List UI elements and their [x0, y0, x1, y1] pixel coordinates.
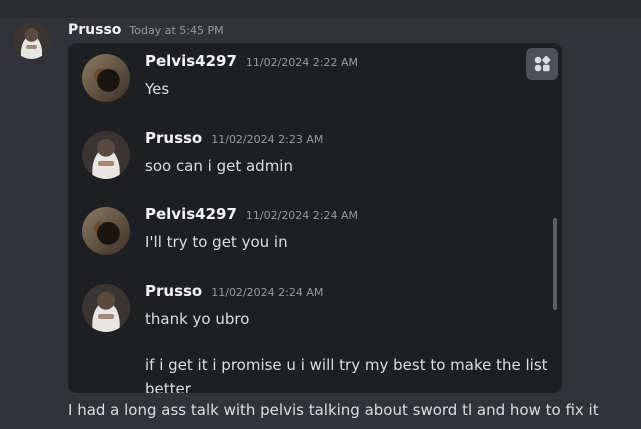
message-timestamp: 11/02/2024 2:24 AM — [211, 286, 324, 299]
message-author[interactable]: Pelvis4297 — [145, 52, 237, 70]
message-author[interactable]: Prusso — [145, 282, 202, 300]
outer-author-avatar[interactable] — [13, 22, 50, 59]
message-timestamp: 11/02/2024 2:22 AM — [245, 56, 359, 69]
message-text: thank yo ubro — [145, 310, 250, 328]
app-grid-icon — [534, 55, 551, 72]
outer-timestamp: Today at 5:45 PM — [129, 24, 224, 37]
message-text-continued: if i get it i promise u i will try my be… — [145, 356, 548, 393]
message-timestamp: 11/02/2024 2:23 AM — [211, 133, 324, 146]
message-author[interactable]: Prusso — [145, 129, 202, 147]
message-text: Yes — [145, 80, 170, 98]
message-text: soo can i get admin — [145, 157, 293, 175]
embedded-message-panel: Pelvis4297 11/02/2024 2:22 AM Yes Prusso… — [68, 43, 562, 393]
app-grid-button[interactable] — [526, 48, 558, 80]
panel-scrollbar[interactable] — [553, 218, 557, 310]
message-avatar[interactable] — [82, 131, 130, 179]
message-text: I'll try to get you in — [145, 233, 288, 251]
outer-author-name[interactable]: Prusso — [68, 22, 121, 38]
message-timestamp: 11/02/2024 2:24 AM — [245, 209, 359, 222]
message-avatar[interactable] — [82, 284, 130, 332]
top-strip — [0, 0, 641, 18]
message-avatar[interactable] — [82, 207, 130, 255]
message-caption: I had a long ass talk with pelvis talkin… — [68, 401, 599, 419]
message-avatar[interactable] — [82, 54, 130, 102]
outer-message-header: Prusso Today at 5:45 PM — [68, 22, 224, 38]
message-author[interactable]: Pelvis4297 — [145, 205, 237, 223]
